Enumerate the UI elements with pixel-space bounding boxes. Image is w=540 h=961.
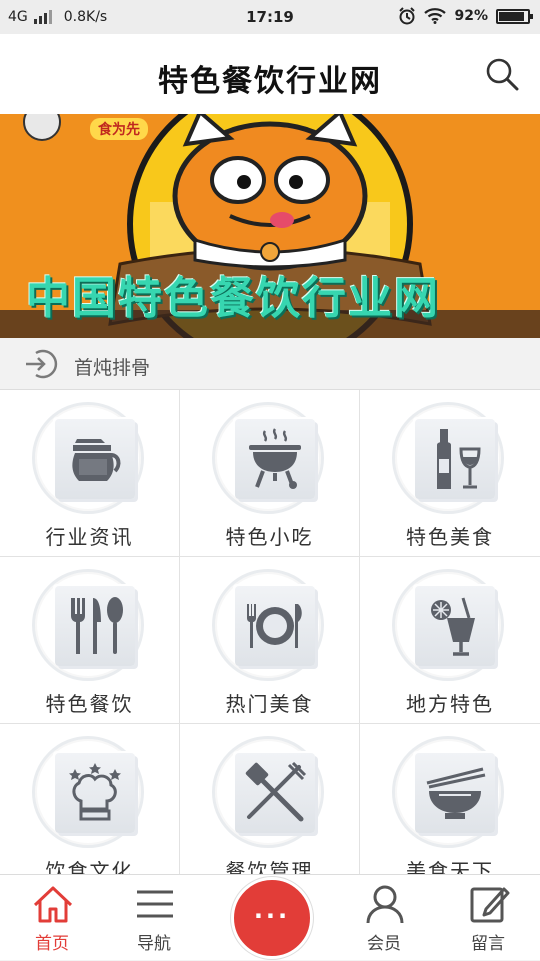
bbq-grill-icon bbox=[249, 428, 301, 489]
wine-bottle-glass-icon bbox=[437, 429, 481, 489]
spatula-fork-icon bbox=[245, 761, 307, 822]
nav-message[interactable]: 留言 bbox=[438, 875, 538, 961]
fork-knife-spoon-icon bbox=[71, 597, 123, 654]
alarm-icon bbox=[399, 7, 416, 25]
status-bar: 4G 0.8K/s 17:19 92% bbox=[0, 0, 540, 34]
category-item-news[interactable]: 行业资讯 bbox=[0, 390, 180, 557]
nav-navigate-label: 导航 bbox=[137, 934, 171, 954]
icon-circle bbox=[392, 569, 504, 681]
banner-carousel[interactable]: 食为先 中国特色餐饮行业网 bbox=[0, 114, 540, 338]
nav-member[interactable]: 会员 bbox=[334, 875, 434, 961]
icon-circle bbox=[32, 402, 144, 514]
battery-percent: 92% bbox=[454, 8, 488, 24]
nav-message-label: 留言 bbox=[471, 934, 505, 954]
icon-circle bbox=[212, 402, 324, 514]
icon-tile bbox=[415, 586, 495, 666]
nav-member-label: 会员 bbox=[367, 934, 401, 954]
icon-circle bbox=[392, 402, 504, 514]
plate-cutlery-icon bbox=[247, 604, 302, 648]
more-button[interactable]: ··· bbox=[231, 877, 313, 959]
brand-logo-text: 食为先 bbox=[90, 118, 148, 140]
icon-circle bbox=[212, 736, 324, 848]
enter-arrow-icon bbox=[26, 349, 58, 379]
category-grid: 行业资讯 特色小吃 特色美食 特色餐饮 热门美食 地方特色 饮食文化 餐饮管理 … bbox=[0, 390, 540, 880]
ticker-text: 首炖排骨 bbox=[74, 357, 151, 379]
icon-tile bbox=[415, 753, 495, 833]
icon-tile bbox=[55, 419, 135, 499]
nav-home[interactable]: 首页 bbox=[2, 875, 102, 961]
category-label: 特色小吃 bbox=[225, 525, 314, 549]
category-label: 地方特色 bbox=[406, 692, 494, 716]
news-ticker[interactable]: 首炖排骨 bbox=[0, 338, 540, 390]
home-icon bbox=[33, 886, 73, 923]
more-dots-icon: ··· bbox=[253, 902, 291, 930]
app-header: 特色餐饮行业网 bbox=[0, 34, 540, 115]
menu-icon bbox=[137, 890, 173, 918]
icon-circle bbox=[32, 569, 144, 681]
category-item-local-specialty[interactable]: 地方特色 bbox=[360, 557, 540, 724]
cocktail-icon bbox=[431, 597, 475, 656]
icon-tile bbox=[415, 419, 495, 499]
category-item-food-world[interactable]: 美食天下 bbox=[360, 724, 540, 880]
coffee-pot-icon bbox=[72, 439, 121, 481]
status-right: 92% bbox=[398, 7, 533, 25]
icon-tile bbox=[55, 586, 135, 666]
chef-hat-icon bbox=[69, 763, 121, 821]
icon-circle bbox=[32, 736, 144, 848]
icon-tile bbox=[235, 753, 315, 833]
category-item-snacks[interactable]: 特色小吃 bbox=[180, 390, 360, 557]
category-item-catering-management[interactable]: 餐饮管理 bbox=[180, 724, 360, 880]
icon-tile bbox=[235, 419, 315, 499]
category-item-food-culture[interactable]: 饮食文化 bbox=[0, 724, 180, 880]
search-icon[interactable] bbox=[484, 56, 520, 92]
category-label: 特色餐饮 bbox=[45, 692, 134, 716]
user-icon bbox=[366, 885, 404, 924]
nav-home-label: 首页 bbox=[35, 934, 69, 954]
category-label: 行业资讯 bbox=[45, 525, 134, 549]
icon-circle bbox=[212, 569, 324, 681]
page-title: 特色餐饮行业网 bbox=[158, 64, 382, 99]
icon-tile bbox=[235, 586, 315, 666]
bottom-navigation: 首页 导航 ··· 会员 留言 bbox=[0, 874, 540, 960]
edit-note-icon bbox=[470, 887, 510, 923]
nav-navigate[interactable]: 导航 bbox=[104, 875, 204, 961]
battery-icon bbox=[496, 8, 533, 24]
icon-circle bbox=[392, 736, 504, 848]
category-label: 热门美食 bbox=[225, 692, 314, 716]
category-label: 特色美食 bbox=[406, 525, 494, 549]
category-item-specialty-food[interactable]: 特色美食 bbox=[360, 390, 540, 557]
category-item-popular-food[interactable]: 热门美食 bbox=[180, 557, 360, 724]
icon-tile bbox=[55, 753, 135, 833]
category-item-specialty-dining[interactable]: 特色餐饮 bbox=[0, 557, 180, 724]
banner-slogan: 中国特色餐饮行业网 bbox=[26, 273, 440, 324]
bowl-chopsticks-icon bbox=[426, 767, 486, 819]
wifi-icon bbox=[424, 8, 447, 24]
